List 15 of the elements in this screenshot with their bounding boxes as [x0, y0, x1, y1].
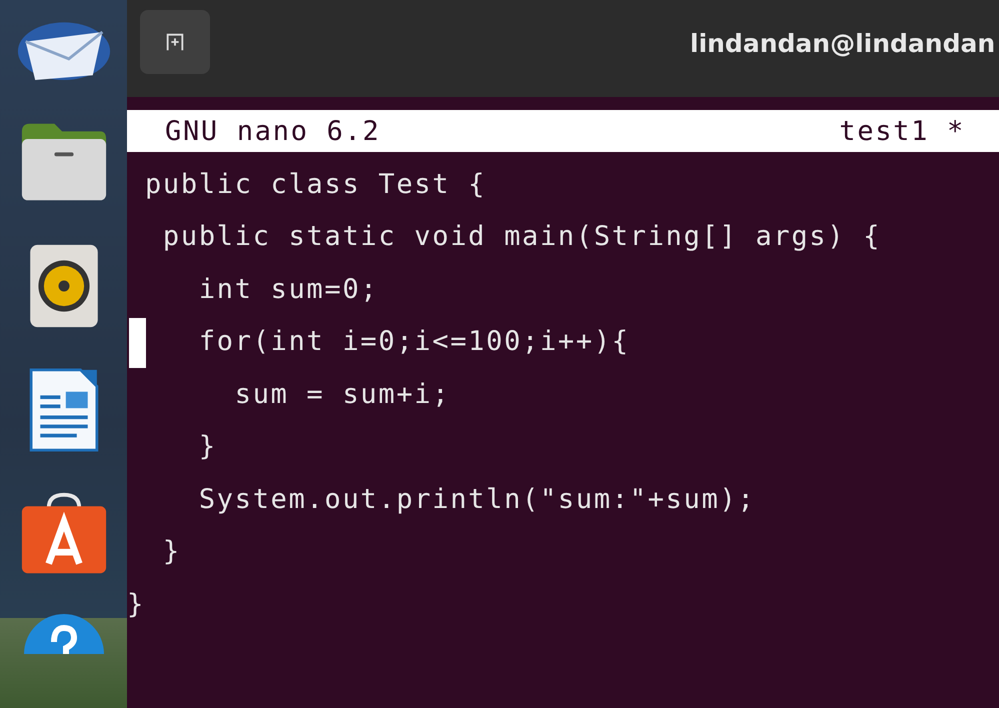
code-line: } — [162, 536, 181, 568]
code-line: for(int i=0;i<=100;i++){ — [198, 326, 630, 358]
code-line: public class Test { — [144, 168, 486, 200]
code-line: } — [198, 431, 217, 462]
code-line: int sum=0; — [198, 274, 378, 305]
file-name: test1 * — [839, 116, 965, 146]
editor-version: GNU nano 6.2 — [165, 116, 380, 146]
help-icon[interactable] — [22, 612, 106, 654]
code-line: } — [127, 588, 145, 620]
code-line: System.out.println("sum:"+sum); — [198, 484, 756, 515]
window-title: lindandan@lindandan — [690, 29, 996, 58]
code-line: public static void main(String[] args) { — [162, 221, 882, 252]
new-tab-button[interactable] — [140, 10, 210, 74]
shopping-bag-icon[interactable] — [20, 492, 108, 576]
code-line: sum = sum+i; — [234, 378, 450, 410]
